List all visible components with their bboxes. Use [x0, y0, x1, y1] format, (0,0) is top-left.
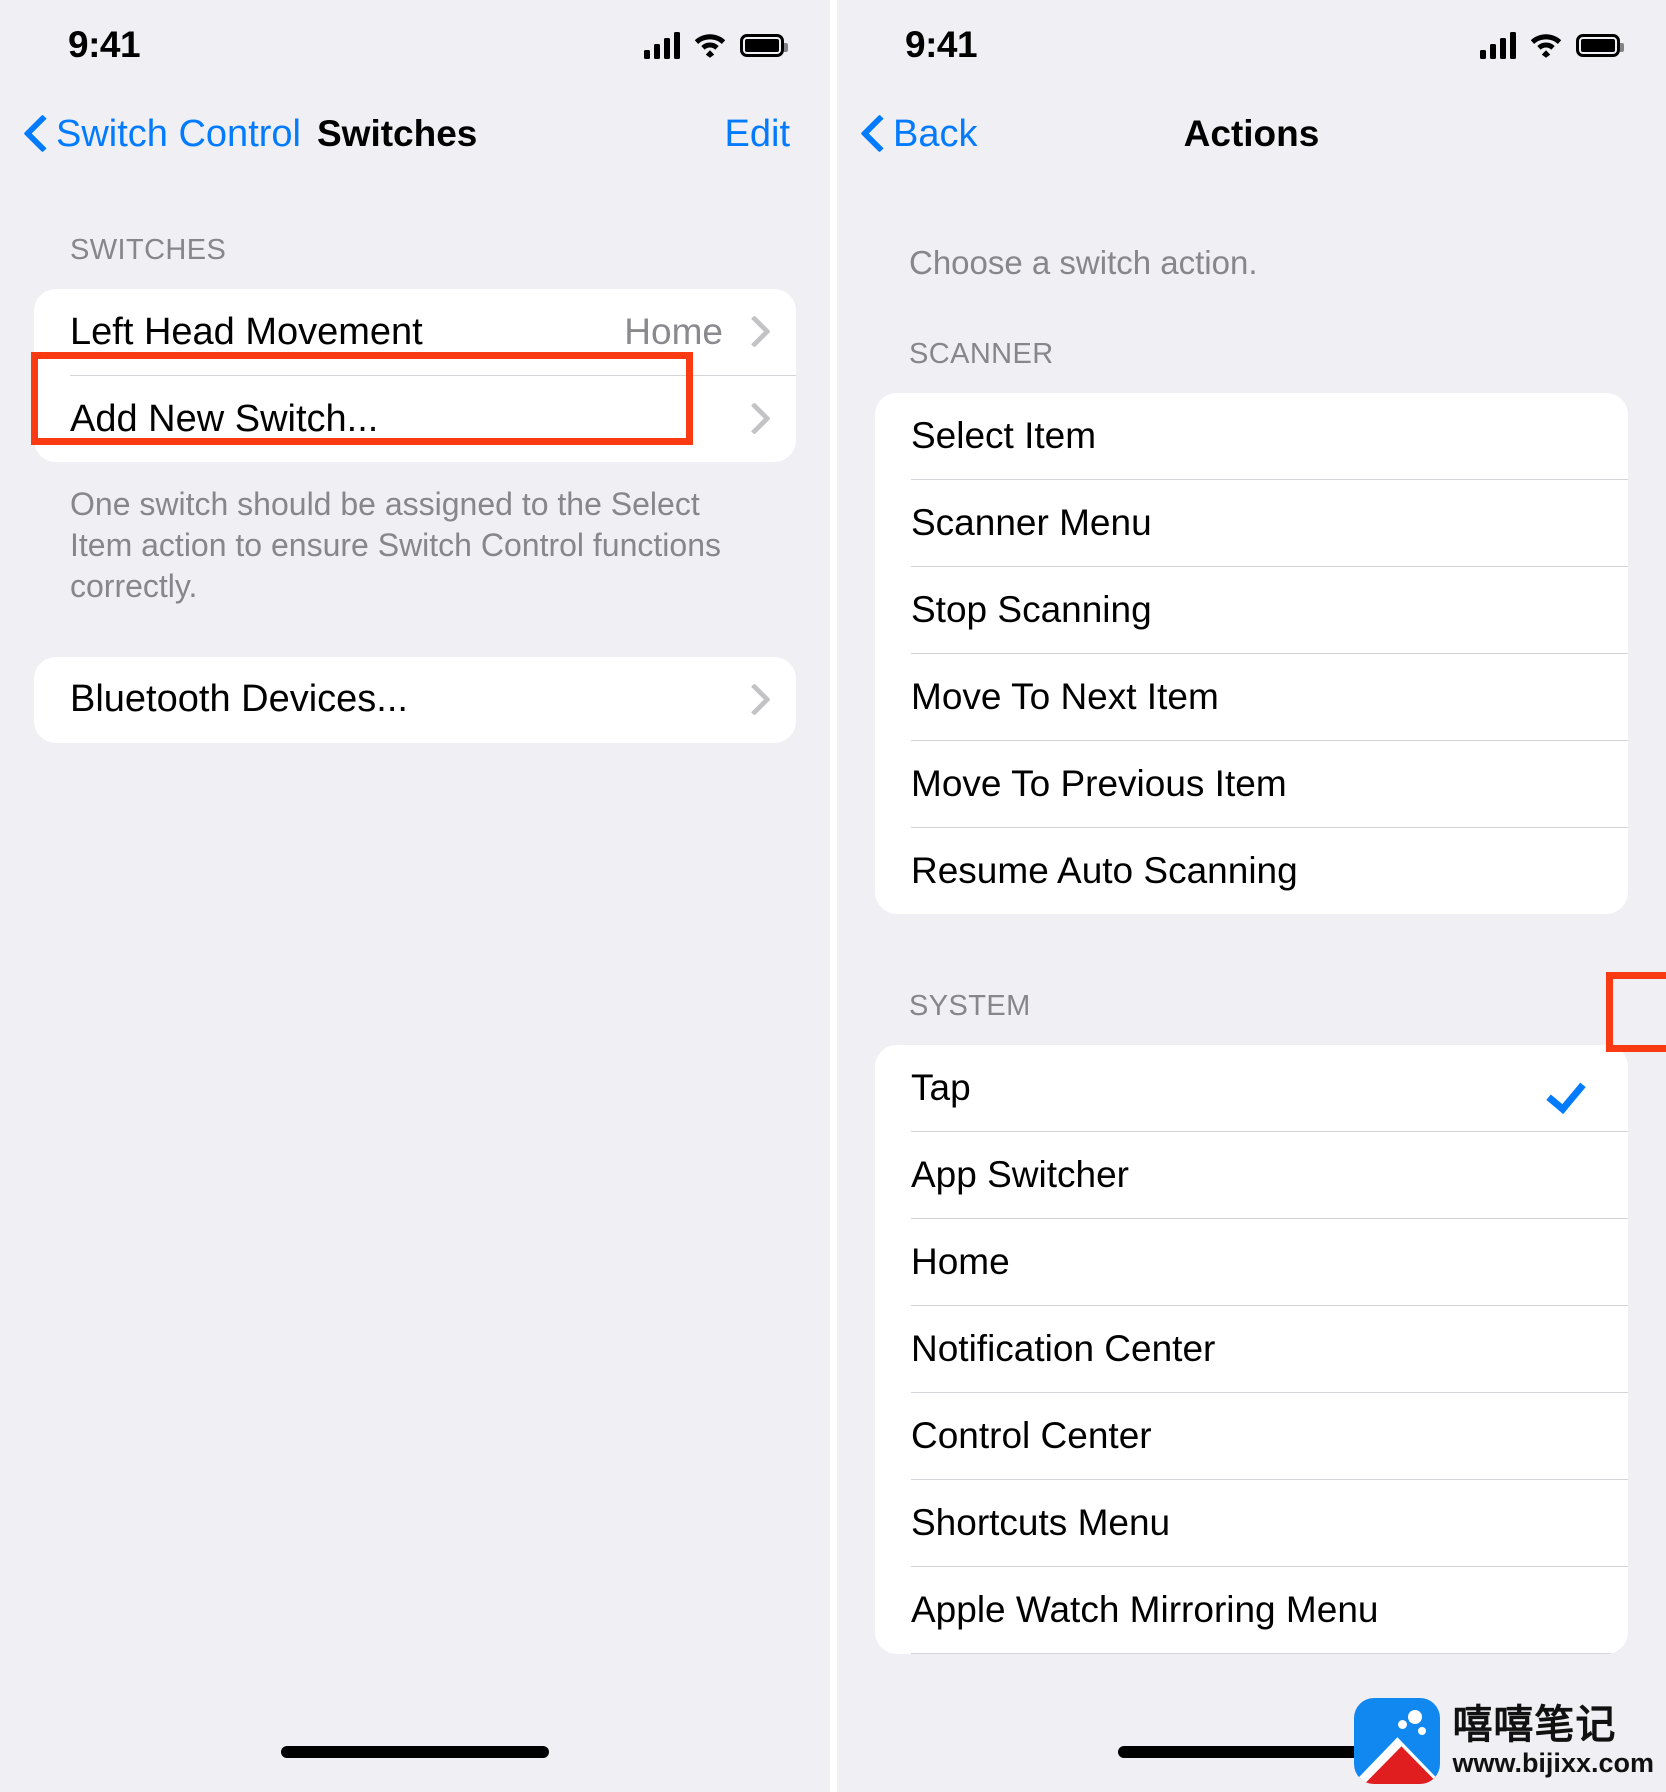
cellular-signal-icon [1480, 31, 1516, 59]
home-indicator-left [0, 1746, 830, 1758]
switches-card: Left Head Movement Home Add New Switch..… [34, 289, 796, 462]
status-bar-right: 9:41 [837, 0, 1666, 90]
row-label: Left Head Movement [70, 310, 423, 353]
row-left-head-movement[interactable]: Left Head Movement Home [34, 289, 796, 375]
list-item-resume-auto-scanning[interactable]: Resume Auto Scanning [875, 828, 1628, 914]
row-label: Move To Next Item [911, 676, 1219, 717]
row-label: Tap [911, 1067, 971, 1108]
right-phone-screen: 9:41 Back Actions Choose a switch action… [837, 0, 1666, 1792]
battery-icon [740, 33, 788, 57]
wifi-icon [694, 34, 726, 58]
row-value: Home [624, 311, 723, 352]
page-title-switches: Switches [316, 113, 478, 154]
mountain-logo-icon [1354, 1698, 1441, 1784]
back-button-label: Switch Control [56, 112, 301, 155]
right-content: Choose a switch action. SCANNER Select I… [837, 244, 1666, 1654]
row-label: Apple Watch Mirroring Menu [911, 1589, 1379, 1630]
bluetooth-card: Bluetooth Devices... [34, 656, 796, 743]
edit-button[interactable]: Edit [725, 113, 790, 156]
section-header-switches: SWITCHES [70, 234, 227, 266]
left-content: SWITCHES Left Head Movement Home Add New… [0, 234, 830, 743]
chevron-right-icon [743, 317, 760, 347]
row-label: Move To Previous Item [911, 763, 1287, 804]
list-item-stop-scanning[interactable]: Stop Scanning [875, 567, 1628, 653]
back-button-switch-control[interactable]: Switch Control [26, 113, 301, 156]
dual-screenshot-container: 9:41 Switch Control Switches Edit SWITCH… [0, 0, 1666, 1792]
screen-divider [830, 0, 837, 1792]
list-item-control-center[interactable]: Control Center [875, 1393, 1628, 1479]
row-label: Notification Center [911, 1328, 1216, 1369]
cellular-signal-icon [644, 31, 680, 59]
list-item-home[interactable]: Home [875, 1219, 1628, 1305]
row-label: Select Item [911, 415, 1097, 456]
list-item-select-item[interactable]: Select Item [875, 393, 1628, 479]
checkmark-icon [1552, 1068, 1592, 1108]
row-label: Stop Scanning [911, 589, 1152, 630]
left-phone-screen: 9:41 Switch Control Switches Edit SWITCH… [0, 0, 830, 1792]
wifi-icon [1530, 34, 1562, 58]
list-item-tap[interactable]: Tap [875, 1045, 1628, 1131]
intro-description: Choose a switch action. [909, 244, 1258, 281]
row-bluetooth-devices[interactable]: Bluetooth Devices... [34, 657, 796, 743]
status-time: 9:41 [68, 24, 141, 65]
row-label: Scanner Menu [911, 502, 1152, 543]
status-indicators [1480, 31, 1624, 59]
watermark-brand: 嘻嘻笔记 [1452, 1703, 1617, 1747]
row-label: Bluetooth Devices... [70, 678, 408, 721]
row-label: Resume Auto Scanning [911, 850, 1298, 891]
chevron-right-icon [743, 685, 760, 715]
nav-bar-right: Back Actions [837, 90, 1666, 178]
row-label: Control Center [911, 1415, 1152, 1456]
row-add-new-switch[interactable]: Add New Switch... [34, 376, 796, 462]
list-item-notification-center[interactable]: Notification Center [875, 1306, 1628, 1392]
row-label: Shortcuts Menu [911, 1502, 1171, 1543]
status-bar-left: 9:41 [0, 0, 830, 90]
row-separator [911, 1653, 1628, 1654]
chevron-left-icon [26, 117, 46, 151]
status-time: 9:41 [905, 24, 978, 65]
list-item-shortcuts-menu[interactable]: Shortcuts Menu [875, 1480, 1628, 1566]
list-item-move-to-previous-item[interactable]: Move To Previous Item [875, 741, 1628, 827]
row-label: App Switcher [911, 1154, 1129, 1195]
status-indicators [644, 31, 788, 59]
watermark: 嘻嘻笔记 www.bijixx.com [1354, 1698, 1654, 1784]
nav-bar-left: Switch Control Switches Edit [0, 90, 830, 178]
list-item-move-to-next-item[interactable]: Move To Next Item [875, 654, 1628, 740]
list-item-scanner-menu[interactable]: Scanner Menu [875, 480, 1628, 566]
switches-footnote: One switch should be assigned to the Sel… [70, 486, 721, 604]
row-label: Add New Switch... [70, 397, 379, 440]
section-header-system: SYSTEM [909, 990, 1031, 1022]
system-card: Tap App Switcher Home Notification Cente… [875, 1045, 1628, 1654]
back-button-label: Back [893, 112, 978, 155]
chevron-left-icon [863, 117, 883, 151]
list-item-apple-watch-mirroring-menu[interactable]: Apple Watch Mirroring Menu [875, 1567, 1628, 1653]
list-item-app-switcher[interactable]: App Switcher [875, 1132, 1628, 1218]
chevron-right-icon [743, 404, 760, 434]
row-label: Home [911, 1241, 1010, 1282]
scanner-card: Select Item Scanner Menu Stop Scanning M… [875, 393, 1628, 914]
watermark-text: 嘻嘻笔记 www.bijixx.com [1452, 1705, 1654, 1777]
section-header-scanner: SCANNER [909, 338, 1054, 370]
back-button[interactable]: Back [863, 113, 977, 156]
battery-icon [1576, 33, 1624, 57]
watermark-url: www.bijixx.com [1452, 1748, 1654, 1778]
